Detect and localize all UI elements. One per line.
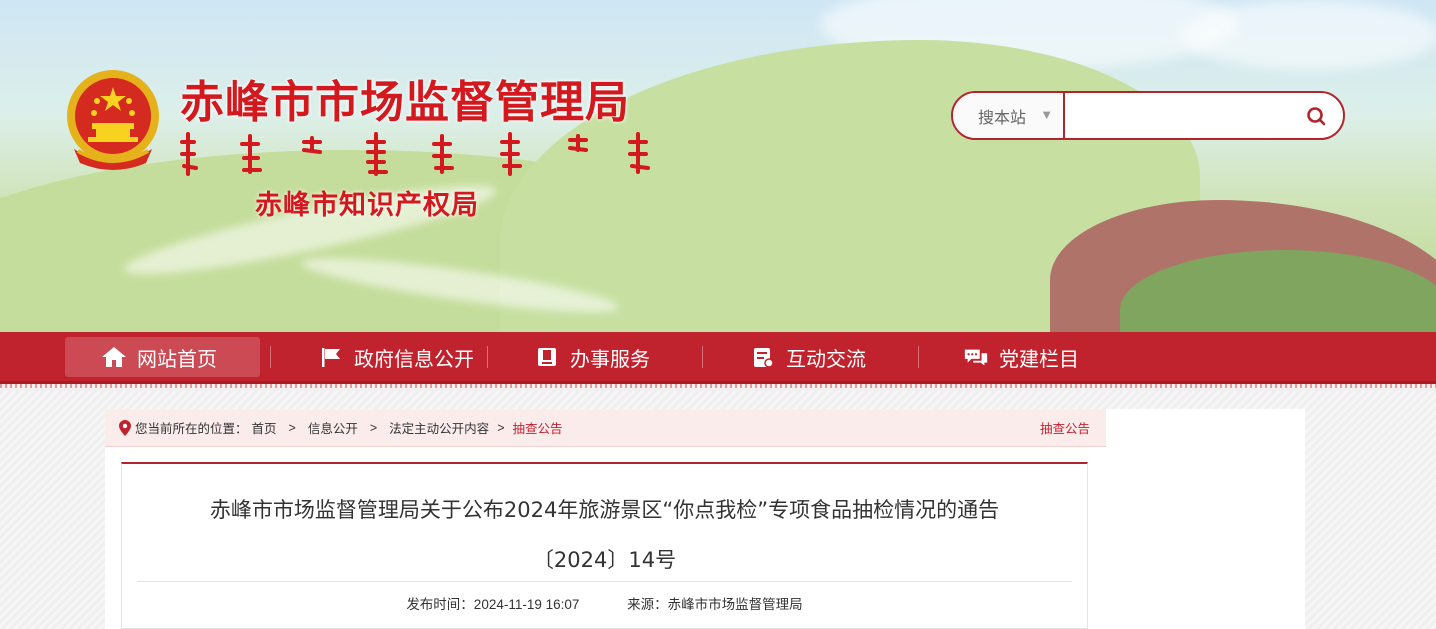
- breadcrumb: 您当前所在的位置： 首页 > 信息公开 > 法定主动公开内容 > 抽查公告 抽查…: [105, 409, 1106, 447]
- article-meta: 发布时间：2024-11-19 16:07 来源：赤峰市市场监督管理局: [122, 593, 1087, 613]
- nav-item-label: 政府信息公开: [354, 346, 474, 371]
- article-divider: [137, 581, 1072, 582]
- breadcrumb-link-statutory[interactable]: 法定主动公开内容: [389, 418, 489, 437]
- search-input[interactable]: [1065, 93, 1289, 138]
- breadcrumb-link-info[interactable]: 信息公开: [308, 418, 358, 437]
- main-nav: 网站首页 政府信息公开 办事服务 互动交流 党建栏目: [0, 332, 1436, 388]
- nav-item-label: 党建栏目: [999, 346, 1079, 371]
- search-box: 搜本站 ▼: [951, 91, 1345, 140]
- site-title: 赤峰市市场监督管理局: [180, 77, 630, 128]
- book-icon: [534, 346, 560, 368]
- nav-item-home[interactable]: 网站首页: [65, 337, 260, 377]
- national-emblem-icon: [67, 70, 159, 170]
- search-scope-select[interactable]: 搜本站 ▼: [953, 93, 1066, 138]
- nav-divider: [487, 346, 488, 368]
- breadcrumb-link-home[interactable]: 首页: [252, 418, 277, 437]
- breadcrumb-separator: >: [497, 420, 505, 435]
- search-scope-label: 搜本站: [978, 109, 1027, 127]
- search-button[interactable]: [1288, 93, 1343, 138]
- article-source: 来源：赤峰市市场监督管理局: [627, 597, 803, 612]
- nav-item-label: 网站首页: [137, 346, 217, 371]
- nav-item-label: 办事服务: [570, 346, 650, 371]
- breadcrumb-prefix: 您当前所在的位置：: [135, 422, 248, 436]
- article-doc-number: 〔2024〕14号: [532, 548, 677, 572]
- article-card: 赤峰市市场监督管理局关于公布2024年旅游景区“你点我检”专项食品抽检情况的通告…: [121, 462, 1088, 629]
- cloud-decoration: [1180, 0, 1436, 70]
- nav-item-party[interactable]: 党建栏目: [963, 337, 1079, 377]
- nav-divider: [918, 346, 919, 368]
- caret-down-icon: ▼: [1040, 107, 1054, 122]
- chat-icon: [963, 346, 989, 368]
- nav-item-interaction[interactable]: 互动交流: [750, 337, 866, 377]
- form-icon: [750, 346, 776, 368]
- breadcrumb-link-current[interactable]: 抽查公告: [513, 418, 563, 437]
- mongolian-title-graphic: [180, 132, 650, 176]
- article-title: 赤峰市市场监督管理局关于公布2024年旅游景区“你点我检”专项食品抽检情况的通告: [209, 498, 1000, 522]
- nav-item-services[interactable]: 办事服务: [534, 337, 650, 377]
- publish-time: 发布时间：2024-11-19 16:07: [406, 597, 580, 612]
- search-icon: [1306, 106, 1325, 125]
- nav-divider: [270, 346, 271, 368]
- location-pin-icon: [119, 419, 131, 436]
- home-icon: [101, 346, 127, 368]
- nav-item-label: 互动交流: [786, 346, 866, 371]
- nav-divider: [702, 346, 703, 368]
- sub-title: 赤峰市知识产权局: [255, 190, 479, 221]
- side-panel: [1106, 409, 1305, 629]
- category-link[interactable]: 抽查公告: [1040, 418, 1090, 437]
- nav-item-gov-info[interactable]: 政府信息公开: [318, 337, 474, 377]
- header-banner: 赤峰市市场监督管理局 赤峰市知识产权局 搜本站 ▼: [0, 0, 1436, 332]
- breadcrumb-separator: >: [288, 420, 296, 435]
- breadcrumb-separator: >: [369, 420, 378, 435]
- flag-icon: [318, 346, 344, 368]
